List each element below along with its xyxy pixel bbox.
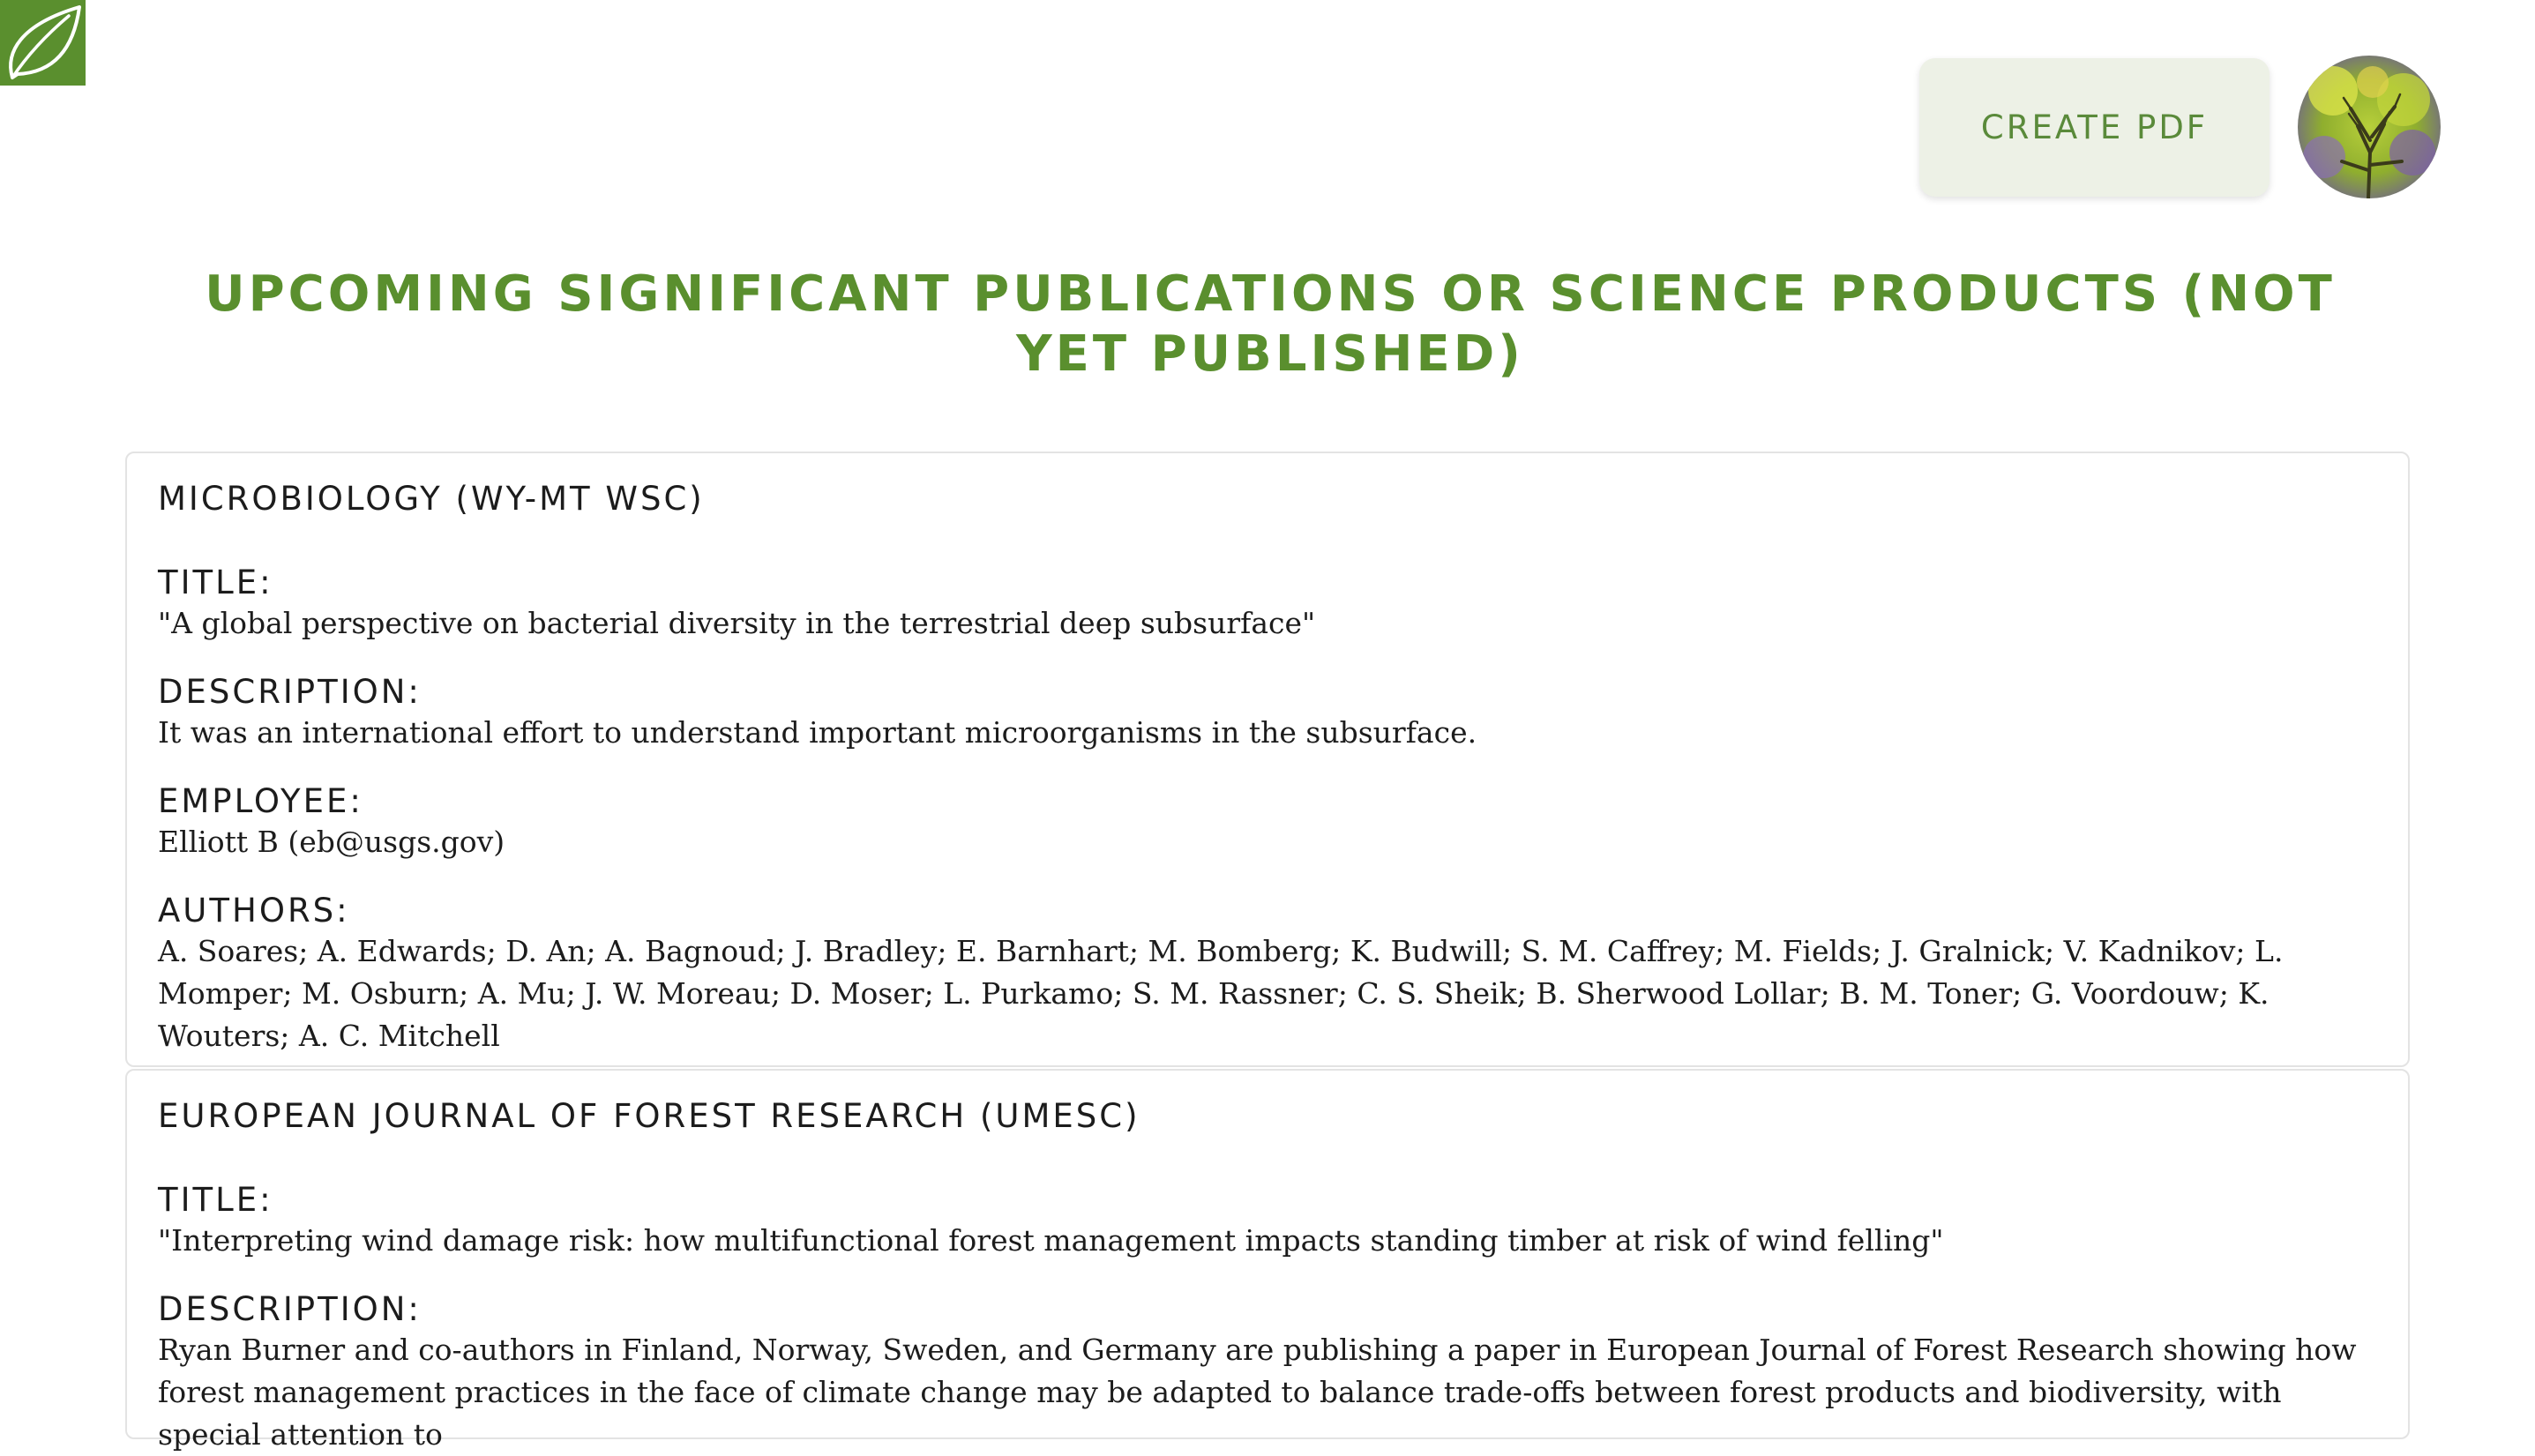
page-title: UPCOMING SIGNIFICANT PUBLICATIONS OR SCI… (205, 265, 2336, 383)
publication-card: EUROPEAN JOURNAL OF FOREST RESEARCH (UME… (125, 1069, 2410, 1452)
employee-value: Elliott B (eb@usgs.gov) (158, 825, 505, 859)
title-value: "A global perspective on bacterial diver… (158, 606, 1316, 640)
description-label: DESCRIPTION: (158, 1290, 422, 1328)
description-field: DESCRIPTION: It was an international eff… (158, 673, 2381, 754)
title-field: TITLE: "A global perspective on bacteria… (158, 564, 2381, 645)
title-label: TITLE: (158, 1181, 273, 1219)
publication-heading: EUROPEAN JOURNAL OF FOREST RESEARCH (UME… (158, 1097, 1140, 1135)
avatar[interactable] (2298, 56, 2441, 198)
title-label: TITLE: (158, 564, 273, 601)
title-field: TITLE: "Interpreting wind damage risk: h… (158, 1181, 2381, 1262)
tree-photo-avatar (2298, 56, 2441, 198)
publication-heading: MICROBIOLOGY (WY-MT WSC) (158, 480, 705, 518)
publication-card: MICROBIOLOGY (WY-MT WSC) TITLE: "A globa… (125, 452, 2410, 1067)
logo[interactable] (0, 0, 86, 86)
description-label: DESCRIPTION: (158, 673, 422, 711)
leaf-icon (9, 5, 81, 79)
description-field: DESCRIPTION: Ryan Burner and co-authors … (158, 1290, 2381, 1456)
authors-field: AUTHORS: A. Soares; A. Edwards; D. An; A… (158, 892, 2381, 1057)
employee-label: EMPLOYEE: (158, 782, 363, 820)
create-pdf-button[interactable]: CREATE PDF (1919, 58, 2270, 197)
authors-label: AUTHORS: (158, 892, 350, 930)
description-value: It was an international effort to unders… (158, 715, 1477, 750)
create-pdf-label: CREATE PDF (1980, 108, 2209, 146)
authors-value: A. Soares; A. Edwards; D. An; A. Bagnoud… (158, 934, 2284, 1053)
employee-field: EMPLOYEE: Elliott B (eb@usgs.gov) (158, 782, 2381, 863)
title-value: "Interpreting wind damage risk: how mult… (158, 1223, 1944, 1258)
description-value: Ryan Burner and co-authors in Finland, N… (158, 1333, 2357, 1452)
